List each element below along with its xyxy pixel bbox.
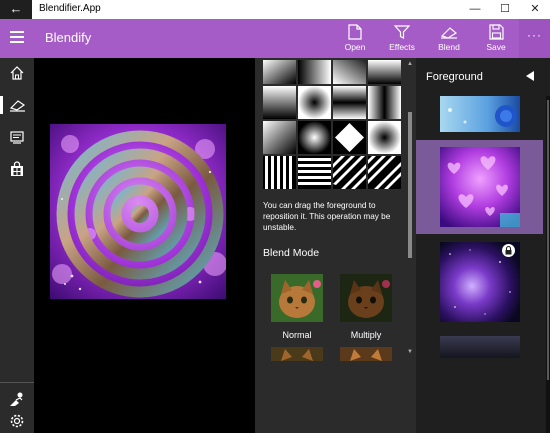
blend-mode-multiply[interactable]: Multiply [340, 274, 392, 340]
maximize-button[interactable]: ☐ [490, 0, 520, 19]
selection-indicator [0, 96, 3, 114]
hamburger-menu-icon[interactable] [10, 31, 24, 43]
title-bar: ← Blendifier.App — ☐ ✕ [0, 0, 550, 19]
mask-gradient-grid [263, 60, 401, 189]
mask-tile[interactable] [298, 60, 331, 84]
app-header: Blendify Open Effects Blend Save [0, 19, 550, 58]
options-panel: You can drag the foreground to repositio… [255, 58, 416, 433]
store-icon [11, 161, 23, 176]
nav-item-gallery[interactable] [0, 122, 34, 152]
scroll-down-icon[interactable]: ▼ [406, 348, 414, 356]
settings-icon [10, 414, 24, 428]
nav-item-home[interactable] [0, 58, 34, 88]
scrollbar-thumb[interactable] [547, 100, 549, 380]
blend-button[interactable]: Blend [426, 22, 472, 58]
nav-item-settings[interactable] [0, 406, 34, 433]
save-label: Save [486, 42, 506, 52]
save-button[interactable]: Save [473, 22, 519, 58]
options-scrollbar[interactable]: ▲ ▼ [404, 58, 416, 433]
foreground-panel: Foreground [416, 58, 550, 433]
mask-tile[interactable] [333, 86, 366, 119]
foreground-item-galaxy[interactable] [416, 240, 543, 324]
gallery-icon [10, 131, 24, 144]
effects-label: Effects [389, 42, 415, 52]
blend-mode-thumbnail [340, 274, 392, 322]
mask-tile[interactable] [368, 156, 401, 189]
canvas-area[interactable] [34, 58, 255, 433]
blend-mode-heading: Blend Mode [263, 247, 320, 259]
foreground-item-next[interactable] [416, 334, 543, 359]
foreground-thumbnail [440, 96, 520, 132]
blend-mode-label: Normal [282, 330, 312, 340]
foreground-title: Foreground [426, 71, 483, 83]
blend-mode-thumbnail[interactable] [271, 347, 323, 361]
nav-item-store[interactable] [0, 154, 34, 184]
foreground-thumbnail [440, 147, 520, 227]
collapse-panel-icon[interactable] [523, 69, 537, 83]
nav-item-blend[interactable] [0, 90, 34, 120]
mask-tile[interactable] [298, 86, 331, 119]
filter-icon [394, 25, 410, 39]
mask-tile[interactable] [263, 121, 296, 154]
navigation-rail [0, 58, 34, 433]
mask-tile[interactable] [298, 156, 331, 189]
foreground-thumbnail [440, 336, 520, 358]
minimize-button[interactable]: — [460, 0, 490, 19]
window-title: Blendifier.App [39, 3, 101, 14]
foreground-item-blue-rose[interactable] [416, 96, 543, 134]
blend-mode-thumbnail [271, 274, 323, 322]
blend-mode-label: Multiply [350, 330, 382, 340]
close-button[interactable]: ✕ [520, 0, 550, 19]
nav-divider [0, 382, 34, 383]
mask-tile[interactable] [298, 121, 331, 154]
blended-image-preview[interactable] [50, 124, 226, 299]
app-window: { "window": { "title": "Blendifier.App",… [0, 0, 550, 433]
effects-button[interactable]: Effects [379, 22, 425, 58]
scroll-up-icon[interactable]: ▲ [406, 60, 414, 68]
open-label: Open [344, 42, 366, 52]
blend-icon [9, 100, 26, 112]
mask-tile[interactable] [333, 156, 366, 189]
lock-icon [502, 244, 515, 257]
mask-tile[interactable] [263, 86, 296, 119]
open-file-icon [348, 24, 362, 40]
mask-tile[interactable] [333, 60, 366, 84]
drag-hint-text: You can drag the foreground to repositio… [263, 201, 391, 232]
mask-tile[interactable] [263, 60, 296, 84]
blend-label: Blend [438, 42, 460, 52]
save-icon [488, 24, 504, 40]
mask-tile[interactable] [368, 60, 401, 84]
scrollbar-thumb[interactable] [408, 112, 412, 258]
back-button[interactable]: ← [0, 0, 32, 19]
home-icon [10, 66, 24, 80]
foreground-item-purple-hearts[interactable] [416, 140, 543, 234]
foreground-scrollbar[interactable] [546, 96, 550, 433]
app-title: Blendify [45, 30, 92, 45]
mask-tile[interactable] [368, 121, 401, 154]
blend-mode-normal[interactable]: Normal [271, 274, 323, 340]
blend-mode-thumbnail[interactable] [340, 347, 392, 361]
mask-tile[interactable] [368, 86, 401, 119]
blend-icon [440, 27, 458, 39]
account-icon [10, 392, 23, 406]
open-button[interactable]: Open [332, 22, 378, 58]
mask-tile[interactable] [263, 156, 296, 189]
more-options-button[interactable]: ··· [519, 19, 550, 58]
